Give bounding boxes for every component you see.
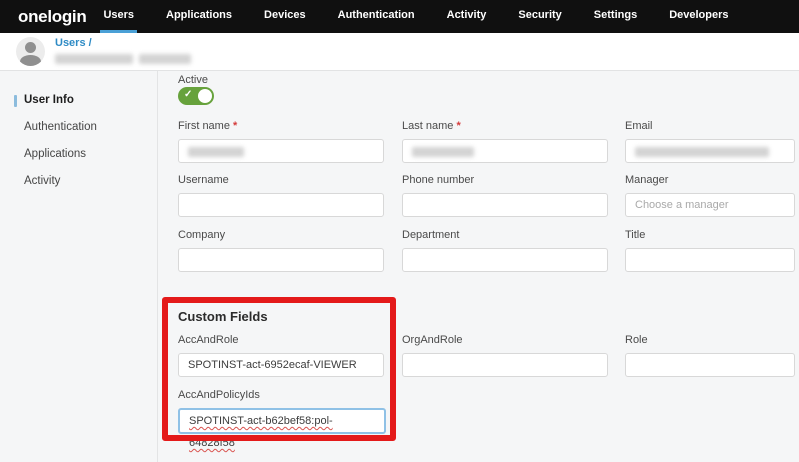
- department-field: Department: [402, 229, 608, 272]
- company-input[interactable]: [178, 248, 384, 272]
- nav-item-settings[interactable]: Settings: [591, 0, 640, 33]
- first-name-label: First name: [178, 120, 230, 132]
- company-field: Company: [178, 229, 384, 272]
- sidebar-item-authentication[interactable]: Authentication: [0, 114, 157, 141]
- manager-input[interactable]: [625, 193, 795, 217]
- sidebar-item-label: Authentication: [24, 121, 97, 133]
- sidebar: User Info Authentication Applications Ac…: [0, 71, 158, 462]
- main-nav: Users Applications Devices Authenticatio…: [100, 0, 757, 33]
- phone-number-label: Phone number: [402, 174, 608, 186]
- redacted-value: [188, 147, 244, 157]
- last-name-field: Last name *: [402, 120, 608, 163]
- page-header: Users /: [0, 33, 799, 71]
- sidebar-item-applications[interactable]: Applications: [0, 141, 157, 168]
- acc-and-role-input[interactable]: [178, 353, 384, 377]
- nav-item-activity[interactable]: Activity: [444, 0, 490, 33]
- nav-item-devices[interactable]: Devices: [261, 0, 309, 33]
- email-label: Email: [625, 120, 795, 132]
- user-avatar-icon: [16, 37, 45, 66]
- sidebar-item-activity[interactable]: Activity: [0, 168, 157, 195]
- sidebar-item-label: Applications: [24, 148, 86, 160]
- last-name-input[interactable]: [402, 139, 608, 163]
- department-label: Department: [402, 229, 608, 241]
- acc-and-policy-ids-value: SPOTINST-act-b62bef58:pol-64828f58: [189, 415, 333, 449]
- phone-number-input[interactable]: [402, 193, 608, 217]
- role-label: Role: [625, 334, 795, 346]
- nav-item-authentication[interactable]: Authentication: [335, 0, 418, 33]
- title-field: Title: [625, 229, 795, 272]
- acc-and-role-field: AccAndRole: [178, 334, 384, 377]
- username-field: Username: [178, 174, 384, 217]
- custom-fields-heading: Custom Fields: [178, 309, 268, 324]
- first-name-field: First name *: [178, 120, 384, 163]
- acc-and-policy-ids-field: AccAndPolicyIds SPOTINST-act-b62bef58:po…: [178, 389, 386, 434]
- required-asterisk: *: [233, 120, 237, 132]
- last-name-label: Last name: [402, 120, 453, 132]
- department-input[interactable]: [402, 248, 608, 272]
- top-navbar: onelogin Users Applications Devices Auth…: [0, 0, 799, 33]
- role-field: Role: [625, 334, 795, 377]
- username-input[interactable]: [178, 193, 384, 217]
- org-and-role-field: OrgAndRole: [402, 334, 608, 377]
- title-input[interactable]: [625, 248, 795, 272]
- email-input[interactable]: [625, 139, 795, 163]
- phone-number-field: Phone number: [402, 174, 608, 217]
- active-toggle-label: Active: [178, 74, 208, 86]
- acc-and-role-label: AccAndRole: [178, 334, 384, 346]
- check-icon: ✓: [184, 89, 192, 100]
- nav-item-users[interactable]: Users: [100, 0, 137, 33]
- required-asterisk: *: [456, 120, 460, 132]
- user-info-form: Active ✓ First name * Last name * Email …: [158, 71, 799, 462]
- onelogin-logo: onelogin: [18, 0, 86, 33]
- breadcrumb-users-link[interactable]: Users /: [55, 37, 92, 49]
- sidebar-item-user-info[interactable]: User Info: [0, 87, 157, 114]
- acc-and-policy-ids-label: AccAndPolicyIds: [178, 389, 386, 401]
- sidebar-item-label: User Info: [24, 94, 74, 106]
- nav-item-applications[interactable]: Applications: [163, 0, 235, 33]
- manager-field: Manager: [625, 174, 795, 217]
- role-input[interactable]: [625, 353, 795, 377]
- sidebar-item-label: Activity: [24, 175, 60, 187]
- redacted-value: [635, 147, 769, 157]
- manager-label: Manager: [625, 174, 795, 186]
- acc-and-policy-ids-input[interactable]: SPOTINST-act-b62bef58:pol-64828f58: [178, 408, 386, 434]
- nav-item-security[interactable]: Security: [515, 0, 564, 33]
- redacted-username: [55, 54, 191, 64]
- org-and-role-input[interactable]: [402, 353, 608, 377]
- active-toggle[interactable]: ✓: [178, 87, 214, 105]
- email-field: Email: [625, 120, 795, 163]
- toggle-knob: [198, 89, 212, 103]
- company-label: Company: [178, 229, 384, 241]
- active-indicator-bar: [14, 95, 17, 107]
- username-label: Username: [178, 174, 384, 186]
- org-and-role-label: OrgAndRole: [402, 334, 608, 346]
- redacted-value: [412, 147, 474, 157]
- nav-item-developers[interactable]: Developers: [666, 0, 731, 33]
- first-name-input[interactable]: [178, 139, 384, 163]
- title-label: Title: [625, 229, 795, 241]
